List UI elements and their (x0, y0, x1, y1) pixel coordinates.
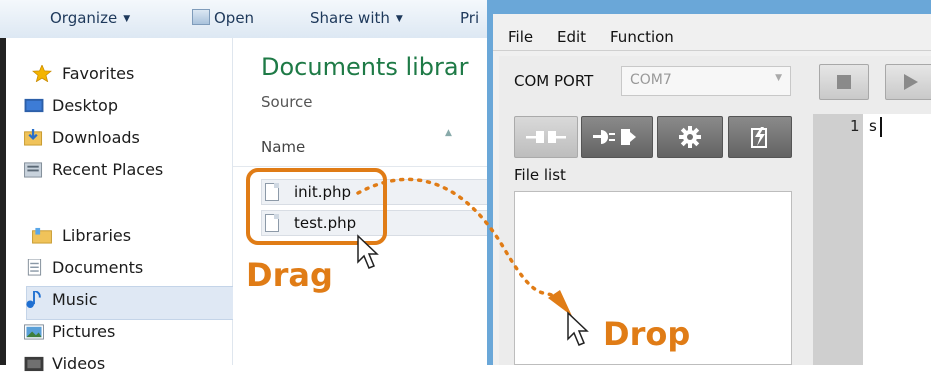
sort-arrow-icon: ▲ (445, 128, 452, 138)
nav-desktop-label: Desktop (52, 96, 118, 115)
document-icon (27, 259, 42, 276)
column-divider (233, 166, 500, 167)
com-port-select[interactable]: COM7 ▼ (621, 66, 791, 96)
uploader-window: File Edit Function COM PORT COM7 ▼ File … (487, 0, 931, 365)
open-button[interactable]: Open (192, 9, 254, 27)
nav-favorites-label: Favorites (62, 64, 135, 83)
com-port-value: COM7 (630, 72, 672, 88)
text-caret (880, 117, 882, 137)
menu-separator (493, 50, 931, 51)
file-list-label: File list (514, 166, 566, 184)
desktop-icon (24, 98, 44, 113)
file-name: init.php (294, 183, 352, 201)
videos-icon (24, 356, 44, 372)
menu-bar: File Edit Function (493, 26, 931, 50)
nav-pictures[interactable]: Pictures (24, 322, 116, 341)
nav-downloads-label: Downloads (52, 128, 140, 147)
library-title: Documents librar (261, 53, 469, 81)
stop-button[interactable] (819, 64, 869, 100)
organize-button[interactable]: Organize ▼ (50, 9, 130, 27)
settings-button[interactable] (657, 116, 723, 158)
nav-documents-label: Documents (52, 258, 144, 277)
chevron-down-icon: ▼ (123, 14, 131, 24)
nav-recent-places[interactable]: Recent Places (24, 160, 164, 179)
line-number-gutter (813, 114, 863, 365)
navigation-pane: Favorites Desktop Downloads Recent Place… (6, 38, 239, 373)
open-icon (192, 9, 210, 25)
star-icon (32, 65, 52, 82)
line-number: 1 (850, 117, 860, 135)
open-label: Open (214, 9, 255, 27)
play-icon (904, 74, 918, 90)
nav-videos-label: Videos (52, 354, 106, 373)
chevron-down-icon: ▼ (395, 14, 403, 24)
php-file-icon (265, 183, 279, 201)
com-port-label: COM PORT (514, 72, 594, 90)
settings-gear-icon (679, 126, 701, 148)
file-name: test.php (294, 214, 357, 232)
nav-libraries-label: Libraries (62, 226, 132, 245)
window-title-bar (493, 0, 931, 14)
share-with-label: Share with (310, 9, 390, 27)
file-item-test-php[interactable]: test.php (261, 210, 491, 236)
drag-label: Drag (246, 256, 333, 294)
libraries-icon (32, 227, 52, 244)
stop-icon (837, 75, 851, 89)
library-subtitle: Source (261, 93, 313, 111)
nav-recent-places-label: Recent Places (52, 160, 164, 179)
menu-function[interactable]: Function (610, 28, 674, 46)
run-button[interactable] (885, 64, 931, 100)
nav-videos[interactable]: Videos (24, 354, 106, 373)
php-file-icon (265, 214, 279, 232)
nav-documents[interactable]: Documents (27, 258, 144, 277)
nav-libraries[interactable]: Libraries (32, 226, 132, 245)
print-button[interactable]: Pri (460, 9, 479, 27)
disconnect-button[interactable] (514, 116, 578, 158)
file-list-pane: Documents librar Source Name ▲ init.php … (233, 38, 500, 365)
nav-favorites[interactable]: Favorites (32, 64, 135, 83)
chevron-down-icon: ▼ (775, 73, 782, 83)
nav-music[interactable]: Music (26, 290, 98, 309)
nav-pictures-label: Pictures (52, 322, 116, 341)
organize-label: Organize (50, 9, 118, 27)
music-icon (26, 291, 41, 308)
nav-desktop[interactable]: Desktop (24, 96, 118, 115)
nav-music-label: Music (52, 290, 98, 309)
downloads-icon (24, 129, 43, 146)
disconnect-icon (526, 131, 566, 143)
recent-places-icon (24, 162, 43, 178)
nav-downloads[interactable]: Downloads (24, 128, 140, 147)
file-item-init-php[interactable]: init.php (261, 179, 491, 205)
explorer-window: Organize ▼ Open Share with ▼ Pri Favorites… (0, 0, 500, 373)
menu-edit[interactable]: Edit (557, 28, 586, 46)
column-header-name[interactable]: Name (261, 138, 305, 156)
share-with-button[interactable]: Share with ▼ (310, 9, 403, 27)
code-editor[interactable] (863, 114, 931, 365)
editor-text: s (869, 117, 877, 135)
connect-icon (593, 129, 636, 145)
drop-label: Drop (603, 315, 691, 353)
flash-chip-icon (751, 127, 767, 148)
pictures-icon (24, 324, 44, 340)
menu-file[interactable]: File (508, 28, 533, 46)
flash-button[interactable] (728, 116, 792, 158)
explorer-toolbar: Organize ▼ Open Share with ▼ Pri (0, 0, 500, 39)
connect-button[interactable] (581, 116, 653, 158)
